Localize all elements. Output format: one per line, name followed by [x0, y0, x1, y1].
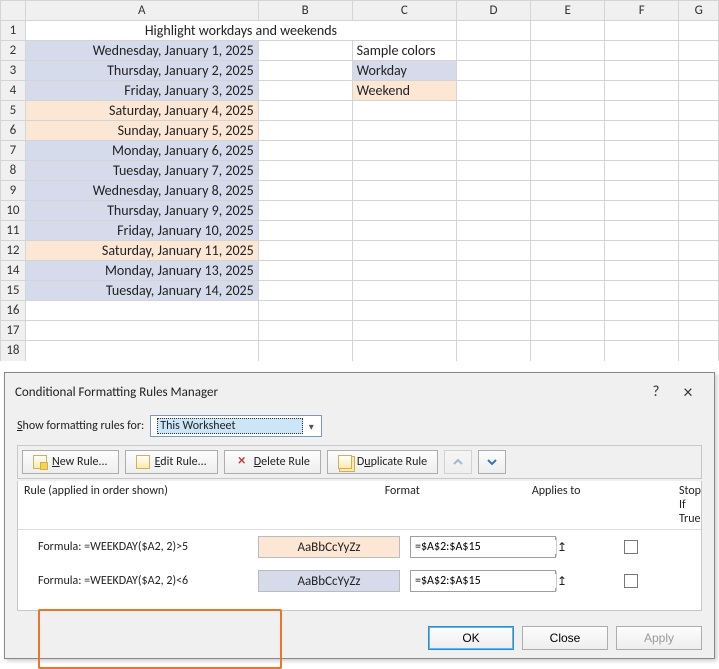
row-header[interactable]: 11	[1, 221, 26, 241]
header-applies: Applies to	[532, 484, 679, 526]
row-header[interactable]: 8	[1, 161, 26, 181]
row-header[interactable]: 6	[1, 121, 26, 141]
rules-toolbar: New Rule... Edit Rule... ×Delete Rule Du…	[17, 445, 702, 479]
header-stop: Stop If True	[679, 484, 701, 526]
move-down-button[interactable]	[478, 450, 506, 474]
delete-rule-button[interactable]: ×Delete Rule	[224, 450, 321, 474]
cell[interactable]: Tuesday, January 14, 2025	[25, 281, 258, 301]
row-header[interactable]: 17	[1, 321, 26, 341]
spreadsheet-grid: A B C D E F G 1Highlight workdays and we…	[0, 0, 719, 361]
applies-to-field[interactable]: ↥	[410, 536, 556, 558]
row-header[interactable]: 18	[1, 341, 26, 361]
cell[interactable]: Monday, January 13, 2025	[25, 261, 258, 281]
new-rule-icon	[33, 455, 47, 469]
col-header-E[interactable]: E	[531, 1, 605, 21]
rule-row[interactable]: Formula: =WEEKDAY($A2, 2)<6 AaBbCcYyZz ↥	[18, 564, 701, 598]
rules-scope-dropdown[interactable]: This Worksheet ▾	[150, 415, 322, 437]
format-preview: AaBbCcYyZz	[258, 536, 400, 558]
conditional-formatting-dialog: Conditional Formatting Rules Manager ? ×…	[4, 372, 715, 659]
cell[interactable]: Wednesday, January 8, 2025	[25, 181, 258, 201]
cell[interactable]: Thursday, January 2, 2025	[25, 61, 258, 81]
col-header-F[interactable]: F	[605, 1, 679, 21]
cell[interactable]: Friday, January 10, 2025	[25, 221, 258, 241]
move-up-button[interactable]	[444, 450, 472, 474]
col-header-C[interactable]: C	[352, 1, 456, 21]
rule-row[interactable]: Formula: =WEEKDAY($A2, 2)>5 AaBbCcYyZz ↥	[18, 530, 701, 564]
cell[interactable]: Wednesday, January 1, 2025	[25, 41, 258, 61]
row-header[interactable]: 12	[1, 241, 26, 261]
row-header[interactable]: 4	[1, 81, 26, 101]
header-rule: Rule (applied in order shown)	[24, 484, 385, 526]
row-header[interactable]: 16	[1, 301, 26, 321]
cell[interactable]: Saturday, January 11, 2025	[25, 241, 258, 261]
page-title[interactable]: Highlight workdays and weekends	[25, 21, 456, 41]
cell[interactable]: Thursday, January 9, 2025	[25, 201, 258, 221]
apply-button[interactable]: Apply	[616, 626, 702, 650]
row-header[interactable]: 10	[1, 201, 26, 221]
sample-weekend[interactable]: Weekend	[352, 81, 456, 101]
col-header-D[interactable]: D	[457, 1, 531, 21]
row-header[interactable]: 15	[1, 281, 26, 301]
col-header-G[interactable]: G	[679, 1, 719, 21]
header-format: Format	[385, 484, 532, 526]
cell[interactable]: Sunday, January 5, 2025	[25, 121, 258, 141]
edit-rule-icon	[136, 455, 150, 469]
cell[interactable]: Tuesday, January 7, 2025	[25, 161, 258, 181]
close-icon[interactable]: ×	[672, 381, 704, 403]
chevron-up-icon	[452, 456, 464, 468]
row-header[interactable]: 1	[1, 21, 26, 41]
rule-formula: Formula: =WEEKDAY($A2, 2)>5	[24, 540, 258, 554]
row-header[interactable]: 9	[1, 181, 26, 201]
chevron-down-icon: ▾	[303, 420, 319, 433]
row-header[interactable]: 7	[1, 141, 26, 161]
stop-if-true-checkbox[interactable]	[624, 540, 638, 554]
sample-workday[interactable]: Workday	[352, 61, 456, 81]
col-header-B[interactable]: B	[258, 1, 352, 21]
select-all-corner[interactable]	[1, 1, 26, 21]
show-rules-label: Show formatting rules for:	[17, 419, 144, 433]
dialog-title: Conditional Formatting Rules Manager	[15, 385, 218, 400]
edit-rule-button[interactable]: Edit Rule...	[125, 450, 218, 474]
cell[interactable]: Monday, January 6, 2025	[25, 141, 258, 161]
row-header[interactable]: 5	[1, 101, 26, 121]
duplicate-icon	[338, 455, 352, 469]
ok-button[interactable]: OK	[428, 626, 514, 650]
col-header-A[interactable]: A	[25, 1, 258, 21]
row-header[interactable]: 2	[1, 41, 26, 61]
highlight-annotation	[38, 609, 282, 669]
applies-to-input[interactable]	[411, 540, 556, 554]
format-preview: AaBbCcYyZz	[258, 570, 400, 592]
cell[interactable]: Friday, January 3, 2025	[25, 81, 258, 101]
applies-to-field[interactable]: ↥	[410, 570, 556, 592]
cell[interactable]: Saturday, January 4, 2025	[25, 101, 258, 121]
rule-formula: Formula: =WEEKDAY($A2, 2)<6	[24, 574, 258, 588]
duplicate-rule-button[interactable]: Duplicate Rule	[327, 450, 438, 474]
close-button[interactable]: Close	[522, 626, 608, 650]
chevron-down-icon	[486, 456, 498, 468]
dropdown-value: This Worksheet	[157, 418, 303, 434]
help-icon[interactable]: ?	[640, 383, 672, 401]
stop-if-true-checkbox[interactable]	[624, 574, 638, 588]
new-rule-button[interactable]: New Rule...	[22, 450, 119, 474]
sample-colors-label[interactable]: Sample colors	[352, 41, 456, 61]
delete-icon: ×	[235, 455, 249, 469]
rules-list: Rule (applied in order shown) Format App…	[17, 481, 702, 611]
row-header[interactable]: 3	[1, 61, 26, 81]
applies-to-input[interactable]	[411, 574, 556, 588]
row-header[interactable]: 14	[1, 261, 26, 281]
